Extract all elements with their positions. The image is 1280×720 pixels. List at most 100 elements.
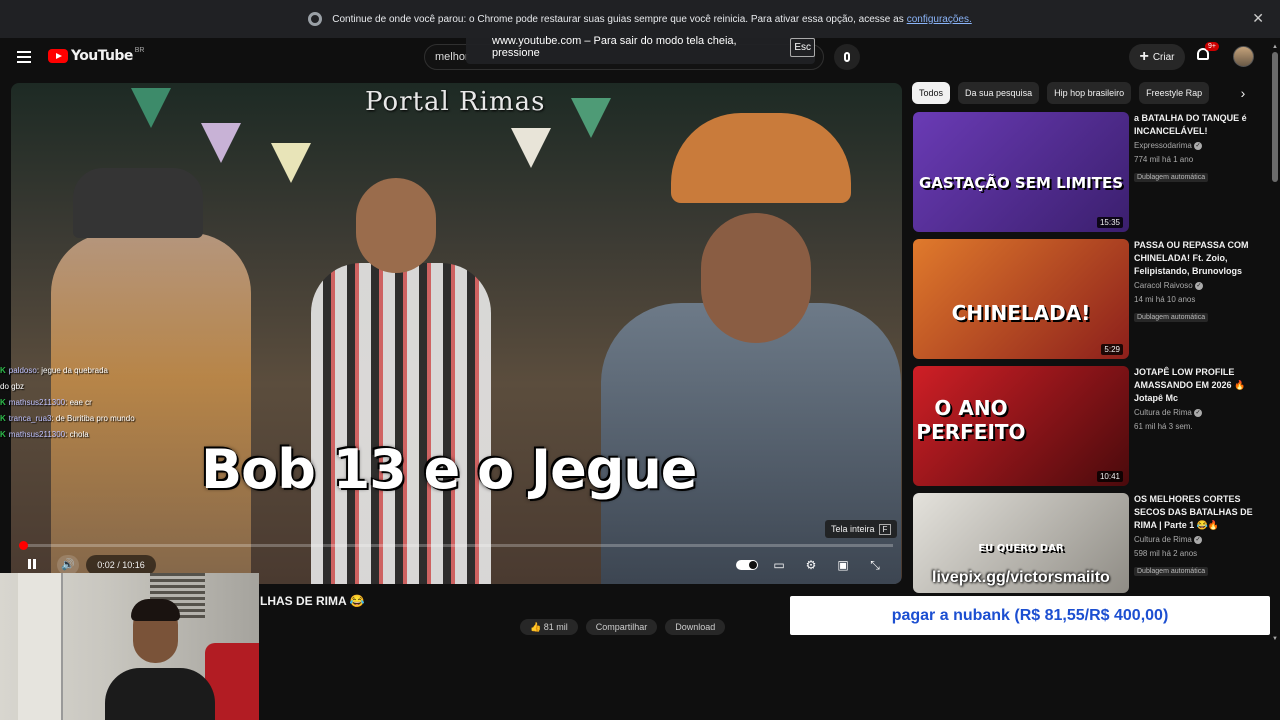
settings-gear-icon[interactable]: ⚙ [801,555,821,575]
like-icon: 👍 [530,622,544,632]
progress-bar[interactable] [19,541,893,550]
video-actions: 👍 81 mil Compartilhar Download [520,619,726,635]
volume-icon[interactable]: 🔊 [57,555,79,575]
channel-name: Cultura de Rima ✓ [1134,533,1264,546]
chat-user: mathsus211300 [8,430,66,439]
head [701,213,811,343]
chat-text: : de Buritiba pro mundo [51,414,135,423]
share-button[interactable]: Compartilhar [585,619,658,635]
autoplay-toggle[interactable] [736,560,758,570]
channel-watermark: Portal Rimas [365,87,546,117]
create-button[interactable]: + Criar [1129,44,1185,70]
chat-user: paldoso [8,366,37,375]
verified-icon: ✓ [1194,535,1203,544]
progress-scrubber[interactable] [19,541,28,550]
chat-text: : jegue da quebrada [36,366,108,375]
scroll-down-icon[interactable]: ▼ [1272,636,1278,642]
video-title[interactable]: a BATALHA DO TANQUE é INCANCELÁVEL! [1134,112,1264,138]
logo-text: YouTube [71,48,133,64]
create-label: Criar [1152,51,1175,63]
recommended-video[interactable]: CHINELADA! 5:29 PASSA OU REPASSA COM CHI… [913,239,1268,359]
avatar[interactable] [1233,46,1254,67]
page-scrollbar[interactable]: ▲ ▼ [1272,44,1278,642]
mic-icon [844,52,850,62]
video-info: PASSA OU REPASSA COM CHINELADA! Ft. Zoio… [1134,239,1264,324]
chat-message: Kpaldoso: jegue da quebrada [0,363,195,379]
duration-badge: 15:35 [1096,217,1123,228]
video-player[interactable]: Portal Rimas Bob 13 e o Jegue Tela intei… [11,83,902,584]
duration-badge: 10:41 [1096,471,1123,482]
channel-name: Caracol Raivoso ✓ [1134,279,1264,292]
streamer-hair [131,599,180,621]
chat-message: Ktranca_rua3: de Buritiba pro mundo [0,411,195,427]
video-title-below: LHAS DE RIMA 😂 [260,594,365,608]
voice-search-button[interactable] [834,44,860,70]
recommended-video[interactable]: GASTAÇÃO SEM LIMITES 15:35 a BATALHA DO … [913,112,1268,232]
video-meta: 774 mil há 1 ano [1134,155,1194,164]
video-title[interactable]: PASSA OU REPASSA COM CHINELADA! Ft. Zoio… [1134,239,1264,278]
dubbing-badge: Dublagem automática [1134,173,1209,182]
hat [73,168,203,238]
recommended-video[interactable]: O ANO PERFEITO 10:41 JOTAPÊ LOW PROFILE … [913,366,1268,486]
scrollbar-thumb[interactable] [1272,52,1278,182]
download-button[interactable]: Download [665,619,726,635]
duration-badge: 5:29 [1101,344,1123,355]
video-thumbnail[interactable]: GASTAÇÃO SEM LIMITES 15:35 [913,112,1129,232]
plus-icon: + [1139,48,1149,65]
thumbnail-text: O ANO PERFEITO [916,396,1026,444]
channel-label: Expressodarima [1134,141,1192,150]
fullscreen-tooltip-label: Tela inteira [831,524,875,534]
channel-label: Cultura de Rima [1134,535,1192,544]
youtube-play-icon [48,49,68,63]
youtube-logo[interactable]: YouTube BR [48,46,145,64]
settings-link[interactable]: configurações. [907,14,972,25]
region-label: BR [134,46,145,54]
video-title[interactable]: OS MELHORES CORTES SECOS DAS BATALHAS DE… [1134,493,1264,532]
like-button[interactable]: 👍 81 mil [520,619,578,635]
video-caption: Bob 13 e o Jegue [201,438,697,501]
exit-fullscreen-icon[interactable]: ⤡ [865,555,885,575]
flag-decoration [271,143,311,183]
pause-icon[interactable] [25,557,39,571]
channel-name: Expressodarima ✓ [1134,139,1264,152]
video-info: OS MELHORES CORTES SECOS DAS BATALHAS DE… [1134,493,1264,578]
verified-icon: ✓ [1194,408,1203,417]
chat-message: Kmathsus211300: eae cr [0,395,195,411]
man-plaid-shirt [311,263,491,584]
flag-decoration [511,128,551,168]
fullscreen-tooltip: Tela inteira F [825,520,898,538]
scroll-up-icon[interactable]: ▲ [1272,44,1278,50]
video-info: JOTAPÊ LOW PROFILE AMASSANDO EM 2026 🔥 J… [1134,366,1264,433]
orange-hat [671,113,851,203]
video-title[interactable]: JOTAPÊ LOW PROFILE AMASSANDO EM 2026 🔥 J… [1134,366,1264,405]
verified-icon: ✓ [1194,141,1203,150]
chip-freestyle-rap[interactable]: Freestyle Rap [1139,82,1210,104]
chip-da-sua-pesquisa[interactable]: Da sua pesquisa [958,82,1040,104]
streamer-body [105,668,215,720]
video-info: a BATALHA DO TANQUE é INCANCELÁVEL! Expr… [1134,112,1264,184]
kick-icon: K [0,366,6,375]
video-thumbnail[interactable]: CHINELADA! 5:29 [913,239,1129,359]
menu-icon[interactable] [17,51,31,63]
thumbnail-text: GASTAÇÃO SEM LIMITES [918,174,1124,192]
chat-user: mathsus211300 [8,398,66,407]
video-thumbnail[interactable]: O ANO PERFEITO 10:41 [913,366,1129,486]
channel-label: Cultura de Rima [1134,408,1192,417]
chip-todos[interactable]: Todos [912,82,951,104]
time-display: 0:02 / 10:16 [86,555,156,575]
kick-icon: K [0,398,6,407]
webcam-overlay [0,573,259,720]
theater-mode-icon[interactable]: ▣ [833,555,853,575]
dubbing-badge: Dublagem automática [1134,567,1209,576]
channel-name: Cultura de Rima ✓ [1134,406,1264,419]
chevron-right-icon[interactable]: › [1234,84,1252,102]
video-frame [11,83,902,584]
dubbing-badge: Dublagem automática [1134,313,1209,322]
chip-hip-hop-brasileiro[interactable]: Hip hop brasileiro [1047,82,1132,104]
chat-user: tranca_rua3 [8,414,52,423]
donation-goal-bar: pagar a nubank (R$ 81,55/R$ 400,00) [790,596,1270,635]
subtitles-icon[interactable]: ▭ [769,555,789,575]
flag-decoration [571,98,611,138]
notifications-button[interactable]: 9+ [1197,42,1219,64]
close-icon[interactable]: ✕ [1252,10,1264,27]
